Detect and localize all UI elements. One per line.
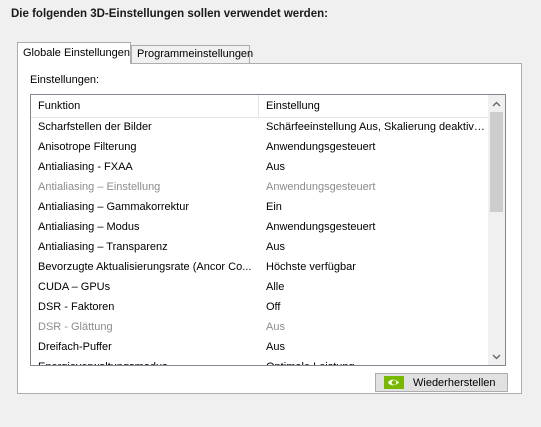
row-setting-value[interactable]: Optimale Leistung (266, 357, 488, 365)
row-function: Energieverwaltungsmodus (38, 357, 256, 365)
row-setting-value[interactable]: Aus (266, 337, 488, 357)
column-header-setting[interactable]: Einstellung (259, 95, 489, 117)
vertical-scrollbar[interactable] (488, 95, 505, 365)
row-function: CUDA – GPUs (38, 281, 111, 293)
row-setting-value[interactable]: Off (266, 297, 488, 317)
table-row[interactable]: Antialiasing – Gammakorrektur Ein (31, 197, 489, 217)
scroll-thumb[interactable] (490, 112, 503, 212)
row-function: Anisotrope Filterung (38, 141, 137, 153)
settings-label: Einstellungen: (30, 74, 100, 86)
scroll-up-button[interactable] (488, 95, 505, 112)
nvidia-logo-icon (384, 376, 404, 389)
settings-list[interactable]: Funktion Einstellung Scharfstellen der B… (30, 94, 506, 366)
chevron-down-icon (492, 354, 501, 359)
row-setting-value[interactable]: Anwendungsgesteuert (266, 177, 488, 197)
scroll-down-button[interactable] (488, 348, 505, 365)
row-function: Dreifach-Puffer (38, 341, 112, 353)
list-rows: Scharfstellen der Bilder Schärfeeinstellu… (31, 117, 489, 365)
row-function: Antialiasing – Transparenz (38, 241, 168, 253)
row-setting-value[interactable]: Aus (266, 157, 488, 177)
table-row[interactable]: DSR - Glättung Aus (31, 317, 489, 337)
table-row[interactable]: Dreifach-Puffer Aus (31, 337, 489, 357)
page-heading: Die folgenden 3D-Einstellungen sollen ve… (11, 8, 328, 20)
row-setting-value[interactable]: Schärfeeinstellung Aus, Skalierung deakt… (266, 117, 488, 137)
row-function: DSR - Glättung (38, 321, 113, 333)
row-function: Antialiasing - FXAA (38, 161, 133, 173)
tab-global-settings[interactable]: Globale Einstellungen (17, 42, 131, 64)
table-row[interactable]: Antialiasing – Transparenz Aus (31, 237, 489, 257)
table-row[interactable]: Scharfstellen der Bilder Schärfeeinstellu… (31, 117, 489, 137)
row-setting-value[interactable]: Ein (266, 197, 488, 217)
row-function: DSR - Faktoren (38, 301, 115, 313)
row-setting-value[interactable]: Aus (266, 237, 488, 257)
restore-defaults-button[interactable]: Wiederherstellen (375, 373, 508, 392)
list-header: Funktion Einstellung (31, 95, 489, 118)
row-setting-value[interactable]: Anwendungsgesteuert (266, 217, 488, 237)
row-function: Bevorzugte Aktualisierungsrate (Ancor Co… (38, 261, 252, 273)
table-row[interactable]: Antialiasing – Modus Anwendungsgesteuert (31, 217, 489, 237)
table-row[interactable]: Bevorzugte Aktualisierungsrate (Ancor Co… (31, 257, 489, 277)
chevron-up-icon (492, 101, 501, 106)
row-setting-value[interactable]: Aus (266, 317, 488, 337)
settings-panel: Einstellungen: Funktion Einstellung Scha… (17, 63, 522, 394)
row-function: Scharfstellen der Bilder (38, 121, 152, 133)
table-row[interactable]: Anisotrope Filterung Anwendungsgesteuert (31, 137, 489, 157)
row-function: Antialiasing – Modus (38, 221, 140, 233)
column-header-function[interactable]: Funktion (31, 95, 258, 117)
table-row[interactable]: Antialiasing - FXAA Aus (31, 157, 489, 177)
table-row[interactable]: CUDA – GPUs Alle (31, 277, 489, 297)
row-setting-value[interactable]: Alle (266, 277, 488, 297)
row-setting-value[interactable]: Anwendungsgesteuert (266, 137, 488, 157)
table-row[interactable]: DSR - Faktoren Off (31, 297, 489, 317)
row-setting-value[interactable]: Höchste verfügbar (266, 257, 488, 277)
row-function: Antialiasing – Einstellung (38, 181, 161, 193)
restore-button-label: Wiederherstellen (413, 376, 496, 389)
row-function: Antialiasing – Gammakorrektur (38, 201, 190, 213)
tab-program-settings[interactable]: Programmeinstellungen (131, 45, 253, 63)
table-row[interactable]: Energieverwaltungsmodus Optimale Leistung (31, 357, 489, 365)
table-row[interactable]: Antialiasing – Einstellung Anwendungsgest… (31, 177, 489, 197)
